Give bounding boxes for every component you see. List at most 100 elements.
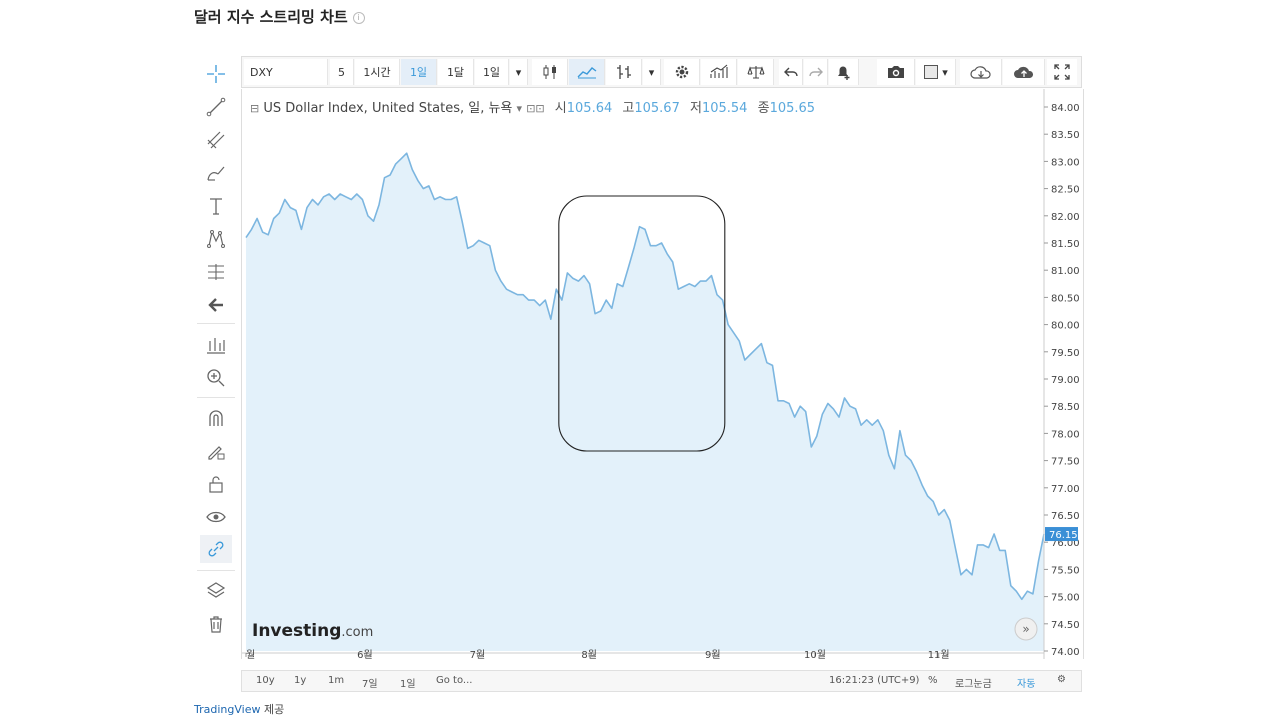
- interval-5-button[interactable]: 5: [330, 59, 354, 85]
- y-tick-label: 76.50: [1051, 511, 1080, 522]
- candles-style-button[interactable]: [532, 59, 568, 85]
- area-style-button[interactable]: [569, 59, 605, 85]
- high-value: 105.67: [634, 101, 680, 116]
- interval-1mo-button[interactable]: 1달: [438, 59, 474, 85]
- brush-icon[interactable]: [200, 159, 232, 187]
- indicators-icon[interactable]: [200, 331, 232, 359]
- y-tick-label: 80.50: [1051, 293, 1080, 304]
- redo-icon: [808, 67, 823, 77]
- fullscreen-icon: [1054, 64, 1070, 80]
- undo-button[interactable]: [779, 59, 803, 85]
- indicators-button[interactable]: [701, 59, 737, 85]
- y-tick-label: 78.00: [1051, 429, 1080, 440]
- snapshot-button[interactable]: [877, 59, 915, 85]
- low-label: 저: [690, 101, 702, 116]
- fullscreen-layout-button[interactable]: ▾: [916, 59, 956, 85]
- y-tick-label: 80.00: [1051, 321, 1080, 332]
- compare-scale-button[interactable]: [738, 59, 774, 85]
- tradingview-link[interactable]: TradingView: [194, 703, 260, 716]
- y-tick-label: 83.50: [1051, 130, 1080, 141]
- alert-button[interactable]: [829, 59, 859, 85]
- last-price-label: 76.15: [1049, 530, 1078, 541]
- x-tick-label: 8월: [581, 649, 597, 659]
- symbol-input[interactable]: DXY: [244, 59, 328, 85]
- interval-1d-button[interactable]: 1일: [401, 59, 437, 85]
- y-tick-label: 74.00: [1051, 647, 1080, 658]
- range-1y[interactable]: 1y: [294, 675, 306, 686]
- save-chart-button[interactable]: [1003, 59, 1045, 85]
- style-dropdown[interactable]: ▾: [643, 59, 661, 85]
- percent-toggle[interactable]: %: [928, 675, 938, 686]
- y-tick-label: 84.00: [1051, 103, 1080, 114]
- arrow-left-icon[interactable]: [200, 291, 232, 319]
- magnet-icon[interactable]: [200, 404, 232, 432]
- page-title: 달러 지수 스트리밍 차트 i: [194, 6, 365, 27]
- collapse-legend-icon[interactable]: ⊟: [250, 102, 259, 115]
- x-tick-label: 10월: [804, 649, 826, 659]
- high-label: 고: [622, 101, 635, 116]
- range-1d[interactable]: 1일: [400, 675, 416, 690]
- price-chart[interactable]: 84.00 83.50 83.00 82.50 82.00 81.50 81.00 80.50…: [242, 89, 1083, 661]
- chevron-down-icon: ▾: [942, 65, 948, 79]
- auto-scale-toggle[interactable]: 자동: [1017, 675, 1035, 690]
- fullscreen-button[interactable]: [1047, 59, 1077, 85]
- y-tick-label: 78.50: [1051, 402, 1080, 413]
- gear-icon[interactable]: ⚙: [1057, 674, 1066, 685]
- trend-line-icon[interactable]: [200, 93, 232, 121]
- interval-dropdown[interactable]: ▾: [510, 59, 528, 85]
- open-label: 시: [554, 101, 567, 116]
- redo-button[interactable]: [804, 59, 828, 85]
- y-tick-label: 75.00: [1051, 593, 1080, 604]
- date-range-bar: 10y 1y 1m 7일 1일 Go to... 16:21:23 (UTC+9…: [241, 670, 1082, 692]
- eye-icon[interactable]: [200, 503, 232, 531]
- range-10y[interactable]: 10y: [256, 675, 275, 686]
- instrument-name: US Dollar Index, United States, 일, 뉴욕: [263, 101, 513, 116]
- low-value: 105.54: [701, 101, 748, 116]
- info-icon[interactable]: i: [352, 11, 365, 24]
- measure-icon[interactable]: [200, 258, 232, 286]
- indicators-chart-icon: [709, 64, 728, 78]
- chart-legend: ⊟ US Dollar Index, United States, 일, 뉴욕 …: [250, 97, 815, 116]
- load-chart-button[interactable]: [960, 59, 1002, 85]
- scales-icon: [746, 66, 765, 79]
- trash-icon[interactable]: [200, 610, 232, 638]
- drawing-toolbar: [193, 55, 239, 695]
- legend-chevron-icon[interactable]: ▾: [517, 102, 523, 115]
- y-tick-label: 79.00: [1051, 375, 1080, 386]
- bars-style-icon: [616, 65, 631, 79]
- double-chevron-right-icon: »: [1022, 622, 1029, 636]
- crosshair-icon[interactable]: [200, 60, 232, 88]
- layers-icon[interactable]: [200, 577, 232, 605]
- unlock-icon[interactable]: [200, 470, 232, 498]
- y-tick-label: 77.50: [1051, 457, 1080, 468]
- y-tick-label: 83.00: [1051, 157, 1080, 168]
- area-fill: [246, 153, 1044, 651]
- pattern-icon[interactable]: [200, 225, 232, 253]
- range-1m[interactable]: 1m: [328, 675, 344, 686]
- chart-pane[interactable]: 84.00 83.50 83.00 82.50 82.00 81.50 81.00 80.50…: [241, 89, 1084, 661]
- y-tick-label: 77.00: [1051, 484, 1080, 495]
- chart-widget: DXY 5 1시간 1일 1달 1일 ▾ ▾ ▾ 84.00 83.50 83.…: [193, 55, 1084, 695]
- gear-icon: [675, 65, 688, 79]
- interval-1h-button[interactable]: 1시간: [355, 59, 400, 85]
- lock-drawing-icon[interactable]: [200, 437, 232, 465]
- y-tick-label: 74.50: [1051, 620, 1080, 631]
- legend-settings-icon[interactable]: ⊡⊡: [526, 102, 544, 115]
- text-tool-icon[interactable]: [200, 192, 232, 220]
- interval-custom-button[interactable]: 1일: [475, 59, 509, 85]
- zoom-in-icon[interactable]: [200, 364, 232, 392]
- compare-button[interactable]: [606, 59, 642, 85]
- y-tick-label: 81.00: [1051, 266, 1080, 277]
- cloud-download-icon: [969, 66, 991, 79]
- goto-button[interactable]: Go to...: [436, 675, 472, 686]
- pitchfork-icon[interactable]: [200, 126, 232, 154]
- close-value: 105.65: [769, 101, 816, 116]
- bell-plus-icon: [837, 66, 849, 80]
- page-title-text: 달러 지수 스트리밍 차트: [194, 8, 348, 26]
- range-7d[interactable]: 7일: [362, 675, 378, 690]
- log-scale-toggle[interactable]: 로그눈금: [955, 675, 992, 690]
- link-icon[interactable]: [200, 535, 232, 563]
- settings-button[interactable]: [664, 59, 700, 85]
- provider-suffix: 제공: [263, 703, 285, 716]
- camera-icon: [887, 66, 904, 78]
